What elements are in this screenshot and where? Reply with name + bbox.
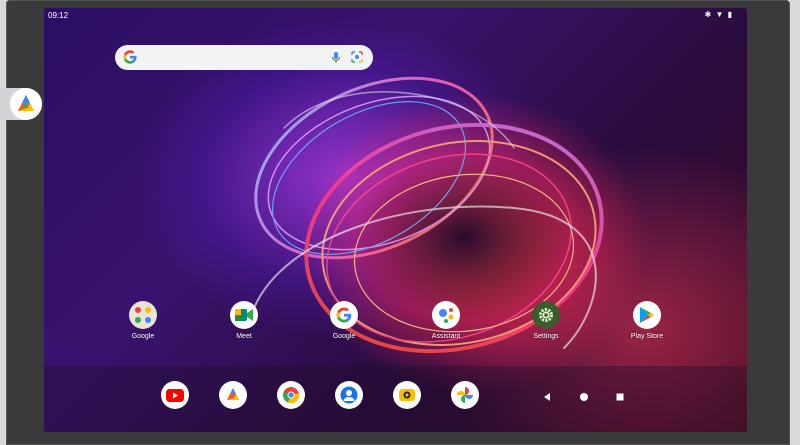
recents-icon[interactable] (615, 389, 625, 407)
home-icon[interactable] (579, 389, 589, 407)
back-icon[interactable] (542, 389, 552, 407)
device-edge-right (790, 0, 800, 445)
google-one-icon (18, 95, 34, 111)
battery-icon: ▮ (727, 10, 733, 19)
home-screen: 09:12 ✱ ▼ ▮ Google Meet Google Assistant… (44, 8, 747, 432)
side-panel-tab[interactable] (0, 88, 42, 120)
status-icons: ✱ ▼ ▮ (705, 10, 734, 19)
mic-icon[interactable] (329, 50, 343, 64)
youtube-icon[interactable] (161, 381, 189, 409)
app-settings[interactable]: Settings (516, 301, 576, 340)
app-label: Google (332, 333, 356, 340)
chrome-icon[interactable] (277, 381, 305, 409)
app-play-store[interactable]: Play Store (617, 301, 677, 340)
app-label: Play Store (630, 333, 664, 340)
app-google-folder[interactable]: Google (113, 301, 173, 340)
meet-icon (230, 301, 258, 329)
play-store-icon (633, 301, 661, 329)
google-one-icon[interactable] (219, 381, 247, 409)
camera-icon[interactable] (393, 381, 421, 409)
app-google[interactable]: Google (314, 301, 374, 340)
google-folder-icon (129, 301, 157, 329)
bluetooth-icon: ✱ (704, 10, 713, 19)
settings-icon (532, 301, 560, 329)
status-time: 09:12 (48, 11, 69, 20)
google-g-icon (123, 50, 137, 64)
app-label: Assistant (431, 333, 461, 340)
contacts-icon[interactable] (335, 381, 363, 409)
app-label: Google (131, 333, 155, 340)
app-assistant[interactable]: Assistant (416, 301, 476, 340)
app-label: Settings (533, 333, 559, 340)
app-meet[interactable]: Meet (214, 301, 274, 340)
photos-icon[interactable] (451, 381, 479, 409)
wifi-icon: ▼ (715, 10, 725, 19)
app-label: Meet (236, 333, 252, 340)
assistant-icon (432, 301, 460, 329)
google-search-bar[interactable] (115, 45, 373, 70)
google-icon (330, 301, 358, 329)
lens-icon[interactable] (350, 50, 364, 64)
side-panel-button[interactable] (10, 88, 42, 120)
